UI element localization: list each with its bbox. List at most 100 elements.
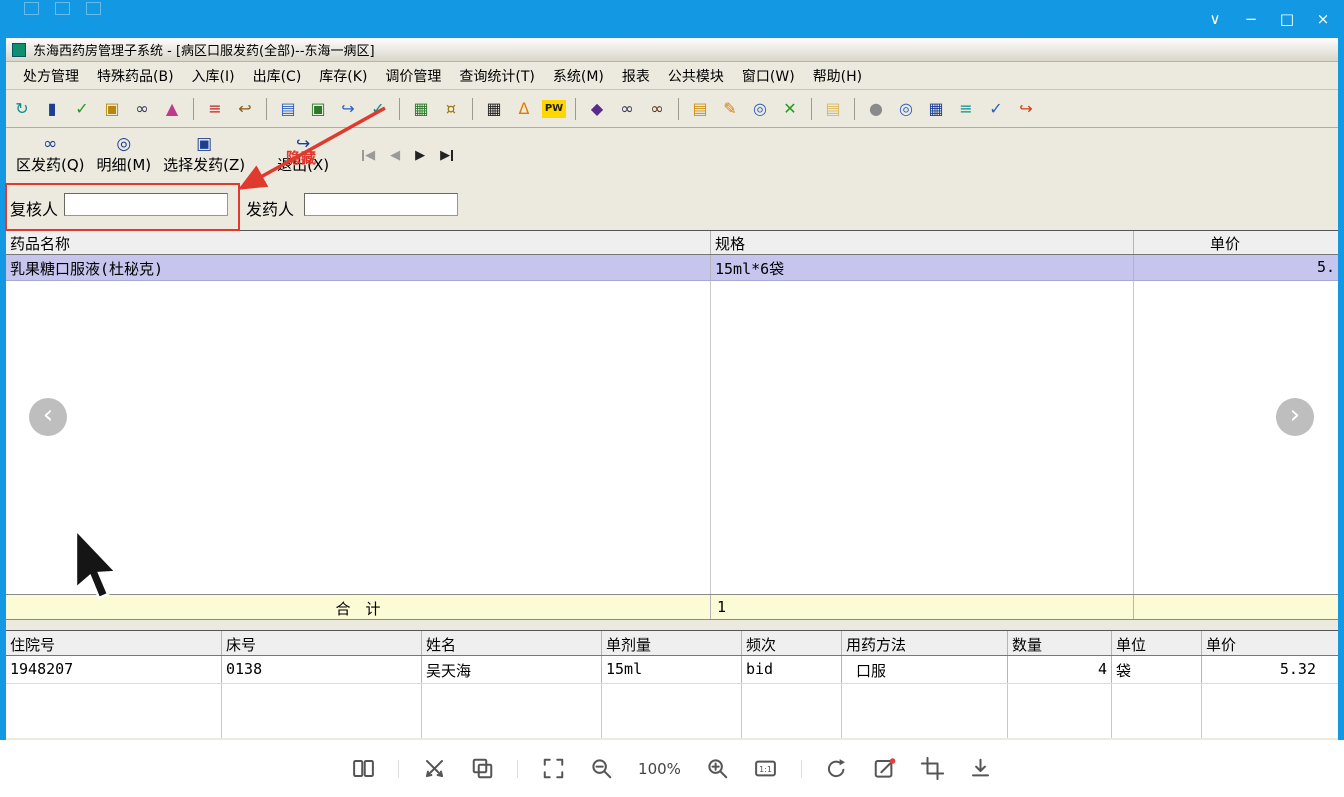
flask-icon[interactable]: ▲ [160,97,184,121]
col-admission-no: 住院号 [6,631,222,655]
folder-open-icon[interactable]: ▤ [821,97,845,121]
menu-item[interactable]: 帮助(H) [804,63,871,89]
ward-dispense-button[interactable]: ∞ 区发药(Q) [10,130,91,180]
return-doc-icon[interactable]: ↩ [233,97,257,121]
table-filler [6,684,222,738]
close-button[interactable]: × [1310,6,1336,32]
chevron-right-icon: › [1289,400,1301,430]
money-table-icon[interactable]: ¤ [439,97,463,121]
toolbar-separator [811,97,812,120]
bell-icon[interactable]: Δ [512,97,536,121]
background-app-icons [24,2,101,15]
close-box-icon[interactable]: ✕ [778,97,802,121]
prev-image-button[interactable]: ‹ [29,398,67,436]
stamp-icon[interactable]: ▣ [100,97,124,121]
forward-doc-icon[interactable]: ↪ [336,97,360,121]
table-filler [742,684,842,738]
exit-door-icon[interactable]: ↪ [1014,97,1038,121]
next-image-button[interactable]: › [1276,398,1314,436]
menu-item[interactable]: 系统(M) [544,63,613,89]
col-drug-name: 药品名称 [6,231,711,254]
chart-icon[interactable]: ▦ [409,97,433,121]
crop-icon[interactable] [920,756,946,782]
verify-doc-icon[interactable]: ✓ [366,97,390,121]
menu-item[interactable]: 调价管理 [376,63,450,89]
detail-button[interactable]: ◎ 明细(M) [91,130,158,180]
grid-icon[interactable]: ▦ [482,97,506,121]
fit-screen-icon[interactable] [540,756,566,782]
zoom-in-icon[interactable] [705,756,731,782]
record-last-button[interactable]: ▶ [440,148,454,163]
download-icon[interactable] [968,756,994,782]
zoom-out-icon[interactable] [588,756,614,782]
bag-icon[interactable]: ◆ [585,97,609,121]
toolbar-separator [399,97,400,120]
new-doc-icon[interactable]: ▤ [276,97,300,121]
menu-item[interactable]: 报表 [613,63,659,89]
menu-item[interactable]: 特殊药品(B) [88,63,183,89]
layers-icon[interactable]: ≡ [954,97,978,121]
drug-table-empty-area [6,281,1338,594]
restore-down-button[interactable]: ∨ [1202,6,1228,32]
sphere-icon[interactable]: ● [864,97,888,121]
toolbar-separator [854,97,855,120]
refresh-icon[interactable]: ↻ [10,97,34,121]
col-quantity: 数量 [1008,631,1112,655]
table-filler [1008,684,1112,738]
dispenser-input[interactable] [304,193,458,216]
record-first-button[interactable]: ◀ [361,148,375,163]
menu-item[interactable]: 出库(C) [244,63,311,89]
action-button-label: 选择发药(Z) [163,156,246,174]
patient-row[interactable]: 1948207 0138 吴天海 15ml bid 口服 4 袋 5.32 [6,656,1338,684]
rotate-icon[interactable] [824,756,850,782]
drug-spec-cell: 15ml*6袋 [711,255,1134,280]
patient-name-cell: 吴天海 [422,656,602,683]
menu-item[interactable]: 库存(K) [310,63,376,89]
route-cell: 口服 [842,656,1008,683]
drug-row-selected[interactable]: 乳果糖口服液(杜秘克) 15ml*6袋 5. [6,255,1338,281]
report-red-icon[interactable]: ≡ [203,97,227,121]
calendar-icon[interactable]: ▦ [924,97,948,121]
record-next-button[interactable]: ▶ [415,148,425,163]
col-frequency: 频次 [742,631,842,655]
pen-icon[interactable]: ✎ [718,97,742,121]
select-dispense-button[interactable]: ▣ 选择发药(Z) [157,130,251,180]
flip-icon[interactable] [421,756,447,782]
minimize-button[interactable]: − [1238,6,1264,32]
total-row: 合 计 1 [6,594,1338,620]
binoculars-2-icon[interactable]: ∞ [615,97,639,121]
magnifier-2-icon[interactable]: ◎ [894,97,918,121]
reviewer-input[interactable] [64,193,228,216]
approve-check-icon[interactable]: ✓ [70,97,94,121]
magnifier-icon[interactable]: ◎ [748,97,772,121]
svg-text:1:1: 1:1 [759,764,772,774]
unit-cell: 袋 [1112,656,1202,683]
panels-icon[interactable] [350,756,376,782]
check-doc-icon[interactable]: ▣ [306,97,330,121]
table-filler [711,281,1134,594]
table-filler [1202,684,1338,738]
record-prev-button[interactable]: ◀ [390,148,400,163]
find-drug-icon[interactable]: ∞ [645,97,669,121]
menu-item[interactable]: 查询统计(T) [450,63,543,89]
binoculars-icon[interactable]: ∞ [130,97,154,121]
table-filler [422,684,602,738]
folder-icon[interactable]: ▤ [688,97,712,121]
password-icon[interactable]: PW [542,99,566,118]
menu-item[interactable]: 窗口(W) [733,63,804,89]
col-price: 单价 [1206,636,1237,654]
actual-size-icon[interactable]: 1:1 [753,756,779,782]
menu-item[interactable]: 处方管理 [14,63,88,89]
doc-check-icon[interactable]: ✓ [984,97,1008,121]
toolbar-separator [472,97,473,120]
menu-item[interactable]: 入库(I) [183,63,244,89]
menu-item[interactable]: 公共模块 [659,63,733,89]
slideshow-icon[interactable] [469,756,495,782]
viewer-toolbar-separator [398,759,400,778]
maximize-button[interactable]: □ [1274,6,1300,32]
edit-icon[interactable] [872,756,898,782]
table-filler [6,281,711,594]
medicine-bottle-icon[interactable]: ▮ [40,97,64,121]
price-cell: 5.32 [1279,660,1316,678]
table-filler [1134,595,1338,619]
